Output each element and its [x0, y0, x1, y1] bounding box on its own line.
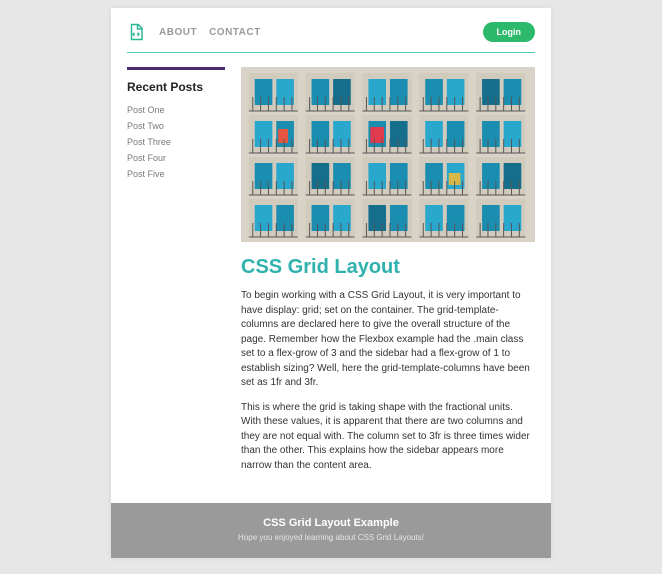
header: ABOUT CONTACT Login [127, 22, 535, 53]
footer: CSS Grid Layout Example Hope you enjoyed… [111, 503, 551, 558]
site-logo-icon [127, 23, 145, 41]
nav-contact[interactable]: CONTACT [209, 27, 261, 38]
main-grid: Recent Posts Post One Post Two Post Thre… [127, 67, 535, 483]
nav-about[interactable]: ABOUT [159, 27, 197, 38]
sidebar: Recent Posts Post One Post Two Post Thre… [127, 67, 225, 483]
hero-image [241, 67, 535, 242]
list-item[interactable]: Post Four [127, 150, 225, 166]
footer-subtitle: Hope you enjoyed learning about CSS Grid… [121, 533, 541, 542]
article: CSS Grid Layout To begin working with a … [241, 67, 535, 483]
recent-posts-list: Post One Post Two Post Three Post Four P… [127, 102, 225, 182]
list-item[interactable]: Post Three [127, 134, 225, 150]
article-title: CSS Grid Layout [241, 256, 535, 279]
page: ABOUT CONTACT Login Recent Posts Post On… [111, 8, 551, 558]
article-paragraph: To begin working with a CSS Grid Layout,… [241, 289, 535, 391]
footer-title: CSS Grid Layout Example [121, 517, 541, 529]
login-button[interactable]: Login [483, 22, 536, 42]
list-item[interactable]: Post Five [127, 166, 225, 182]
list-item[interactable]: Post One [127, 102, 225, 118]
primary-nav: ABOUT CONTACT [159, 27, 469, 38]
sidebar-title: Recent Posts [127, 80, 225, 94]
list-item[interactable]: Post Two [127, 118, 225, 134]
article-paragraph: This is where the grid is taking shape w… [241, 401, 535, 474]
